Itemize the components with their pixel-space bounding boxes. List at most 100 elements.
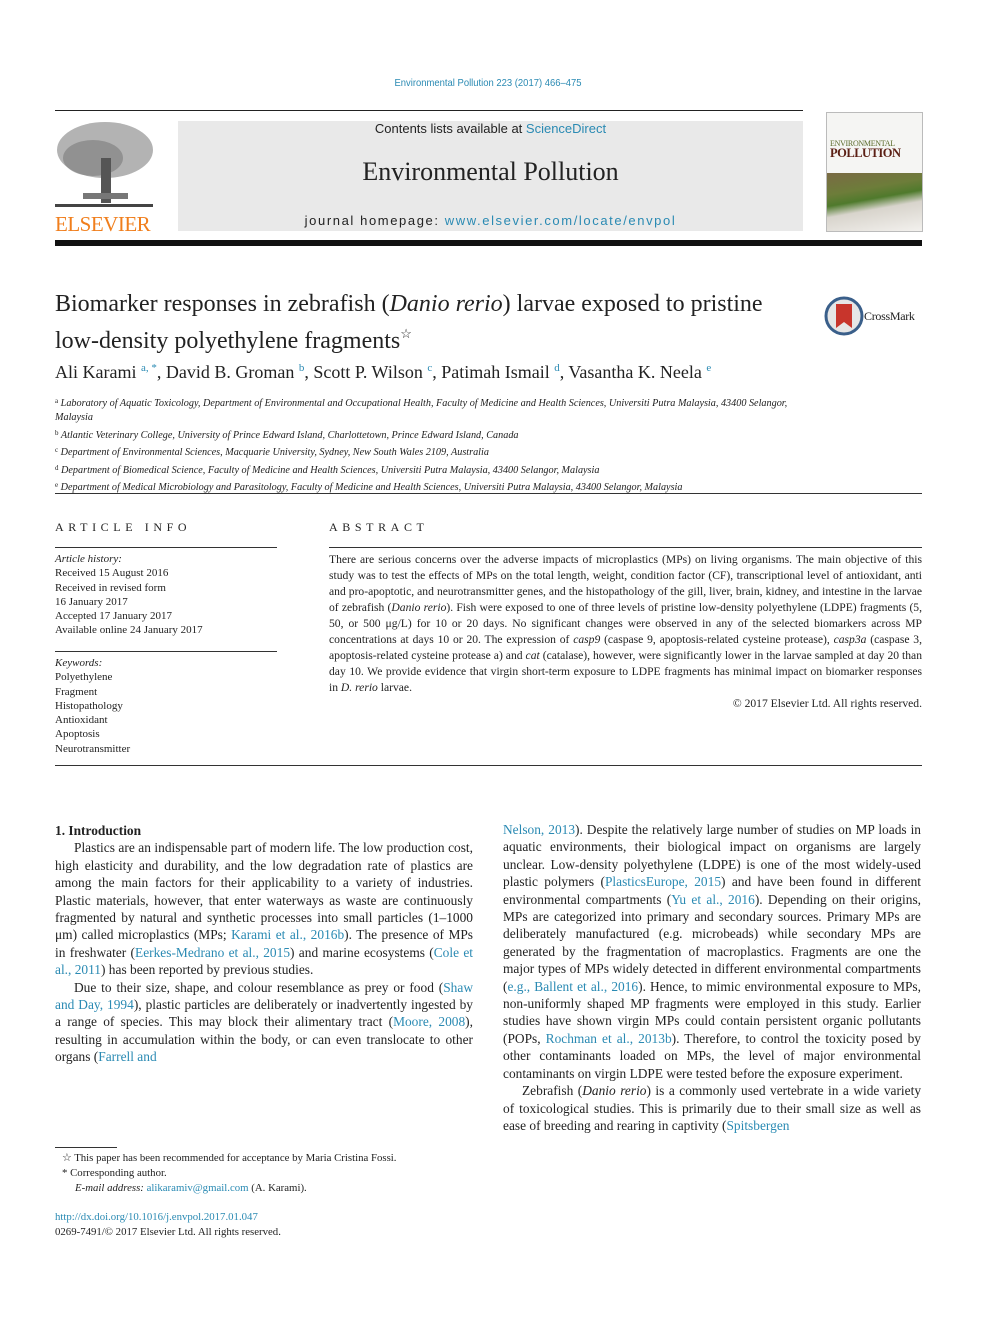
author-name: Scott P. Wilson <box>313 362 423 382</box>
footnotes: ☆ This paper has been recommended for ac… <box>62 1151 397 1196</box>
contents-prefix: Contents lists available at <box>374 121 526 136</box>
homepage-link[interactable]: www.elsevier.com/locate/envpol <box>445 213 677 228</box>
text-segment: ) and marine ecosystems ( <box>290 944 434 960</box>
ref-link[interactable]: PlasticsEurope, 2015 <box>605 874 721 889</box>
ref-link[interactable]: e.g., Ballent et al., 2016 <box>507 979 638 994</box>
title-part1: Biomarker responses in zebrafish ( <box>55 291 390 317</box>
footnote-recommendation: ☆ This paper has been recommended for ac… <box>62 1151 397 1166</box>
elsevier-logo[interactable]: ELSEVIER <box>55 212 151 237</box>
cover-image <box>827 173 922 231</box>
intro-paragraph-1: Plastics are an indispensable part of mo… <box>55 839 473 978</box>
text-segment: Zebrafish ( <box>522 1083 583 1099</box>
affiliation-item: a Laboratory of Aquatic Toxicology, Depa… <box>55 394 815 426</box>
keyword-item: Apoptosis <box>55 728 100 741</box>
author-name: Patimah Ismail <box>441 362 550 382</box>
abstract-rule <box>329 547 922 548</box>
body-column-right: Nelson, 2013). Despite the relatively la… <box>503 821 921 1134</box>
author-name: David B. Groman <box>165 362 295 382</box>
author-separator: , <box>304 362 314 382</box>
section-rule <box>55 493 922 494</box>
keyword-item: Histopathology <box>55 699 123 712</box>
footnote-email: E-mail address: alikaramiv@gmail.com (A.… <box>62 1181 397 1196</box>
author-affiliation-marker[interactable]: a, * <box>141 362 157 374</box>
abstract-italic: Danio rerio <box>391 601 447 614</box>
introduction-heading: 1. Introduction <box>55 823 142 838</box>
history-item: Received 15 August 2016 <box>55 567 169 580</box>
abstract-text: There are serious concerns over the adve… <box>329 552 922 712</box>
history-item: Accepted 17 January 2017 <box>55 610 172 623</box>
email-link[interactable]: alikaramiv@gmail.com <box>147 1182 249 1194</box>
affiliation-text: Department of Medical Microbiology and P… <box>60 482 683 494</box>
journal-title: Environmental Pollution <box>362 157 619 186</box>
journal-reference[interactable]: Environmental Pollution 223 (2017) 466–4… <box>49 77 927 89</box>
header-thick-rule <box>55 240 922 246</box>
history-item: Received in revised form <box>55 581 166 594</box>
cover-title-line2: POLLUTION <box>830 146 901 160</box>
body-column-left: 1. Introduction Plastics are an indispen… <box>55 822 473 1066</box>
affiliation-item: b Atlantic Veterinary College, Universit… <box>55 426 815 443</box>
ref-link[interactable]: Yu et al., 2016 <box>671 892 755 907</box>
text-segment: Due to their size, shape, and colour res… <box>74 979 444 995</box>
affiliation-key: d <box>55 463 59 472</box>
journal-masthead: Contents lists available at ScienceDirec… <box>178 121 803 231</box>
author-affiliation-marker[interactable]: e <box>706 362 711 374</box>
abstract-bottom-rule <box>55 765 922 766</box>
article-info-rule <box>55 547 277 548</box>
intro-paragraph-2: Due to their size, shape, and colour res… <box>55 979 473 1066</box>
title-species: Danio rerio <box>389 291 503 317</box>
keywords-label: Keywords: <box>55 657 103 669</box>
abstract-italic: D. rerio <box>340 681 378 694</box>
abstract-segment: larvae. <box>377 681 412 694</box>
ref-link[interactable]: Rochman et al., 2013b <box>546 1031 672 1046</box>
article-title: Biomarker responses in zebrafish (Danio … <box>55 290 795 356</box>
abstract-italic: casp9 <box>573 633 601 646</box>
abstract-italic: casp3a <box>833 633 867 646</box>
affiliation-item: c Department of Environmental Sciences, … <box>55 443 815 460</box>
keywords-rule <box>55 651 277 652</box>
issn-copyright: 0269-7491/© 2017 Elsevier Ltd. All right… <box>55 1226 281 1238</box>
footnote-rule <box>55 1147 117 1148</box>
keyword-item: Polyethylene <box>55 671 113 684</box>
author-separator: , <box>432 362 442 382</box>
ref-link[interactable]: Nelson, 2013 <box>503 822 575 837</box>
affiliation-key: a <box>55 397 59 405</box>
footnote-text: Corresponding author. <box>67 1167 167 1179</box>
ref-link[interactable]: Eerkes-Medrano et al., 2015 <box>135 945 290 960</box>
author-name: Vasantha K. Neela <box>568 362 702 382</box>
keyword-item: Neurotransmitter <box>55 742 131 755</box>
doi-block: http://dx.doi.org/10.1016/j.envpol.2017.… <box>55 1210 281 1240</box>
ref-link[interactable]: Spitsbergen <box>726 1118 789 1133</box>
affiliation-item: d Department of Biomedical Science, Facu… <box>55 461 815 478</box>
abstract-italic: cat <box>525 649 540 662</box>
homepage-prefix: journal homepage: <box>304 213 445 228</box>
doi-link[interactable]: http://dx.doi.org/10.1016/j.envpol.2017.… <box>55 1211 258 1223</box>
affiliation-text: Department of Biomedical Science, Facult… <box>61 464 600 476</box>
author-separator: , <box>156 362 166 382</box>
history-item: 16 January 2017 <box>55 595 128 608</box>
keywords: Keywords: Polyethylene Fragment Histopatho… <box>55 656 130 756</box>
ref-link[interactable]: Karami et al., 2016b <box>231 927 344 942</box>
ref-link[interactable]: Moore, 2008 <box>393 1014 465 1029</box>
footnote-corresponding: * Corresponding author. <box>62 1166 397 1181</box>
header-rule <box>55 110 803 111</box>
journal-cover-thumbnail[interactable]: ENVIRONMENTAL POLLUTION <box>826 112 923 232</box>
title-footnote-star-icon[interactable]: ☆ <box>400 326 412 341</box>
keyword-item: Antioxidant <box>55 714 108 727</box>
contents-line: Contents lists available at ScienceDirec… <box>178 121 803 136</box>
author-list: Ali Karami a, *, David B. Groman b, Scot… <box>55 362 711 383</box>
keyword-item: Fragment <box>55 685 98 698</box>
intro-paragraph-2-cont: Nelson, 2013). Despite the relatively la… <box>503 821 921 1082</box>
history-item: Available online 24 January 2017 <box>55 624 203 637</box>
ref-link[interactable]: Farrell and <box>98 1049 156 1064</box>
article-history-label: Article history: <box>55 553 122 565</box>
affiliation-text: Laboratory of Aquatic Toxicology, Depart… <box>55 398 788 424</box>
affiliation-text: Atlantic Veterinary College, University … <box>60 429 519 441</box>
affiliation-text: Department of Environmental Sciences, Ma… <box>60 447 489 459</box>
crossmark-label[interactable]: CrossMark <box>864 309 915 324</box>
abstract-copyright: © 2017 Elsevier Ltd. All rights reserved… <box>732 697 922 710</box>
sciencedirect-link[interactable]: ScienceDirect <box>526 121 606 136</box>
article-info-heading: ARTICLE INFO <box>55 520 192 534</box>
affiliation-key: b <box>55 428 59 437</box>
affiliation-key: e <box>55 481 59 490</box>
footnote-text: This paper has been recommended for acce… <box>71 1152 397 1164</box>
